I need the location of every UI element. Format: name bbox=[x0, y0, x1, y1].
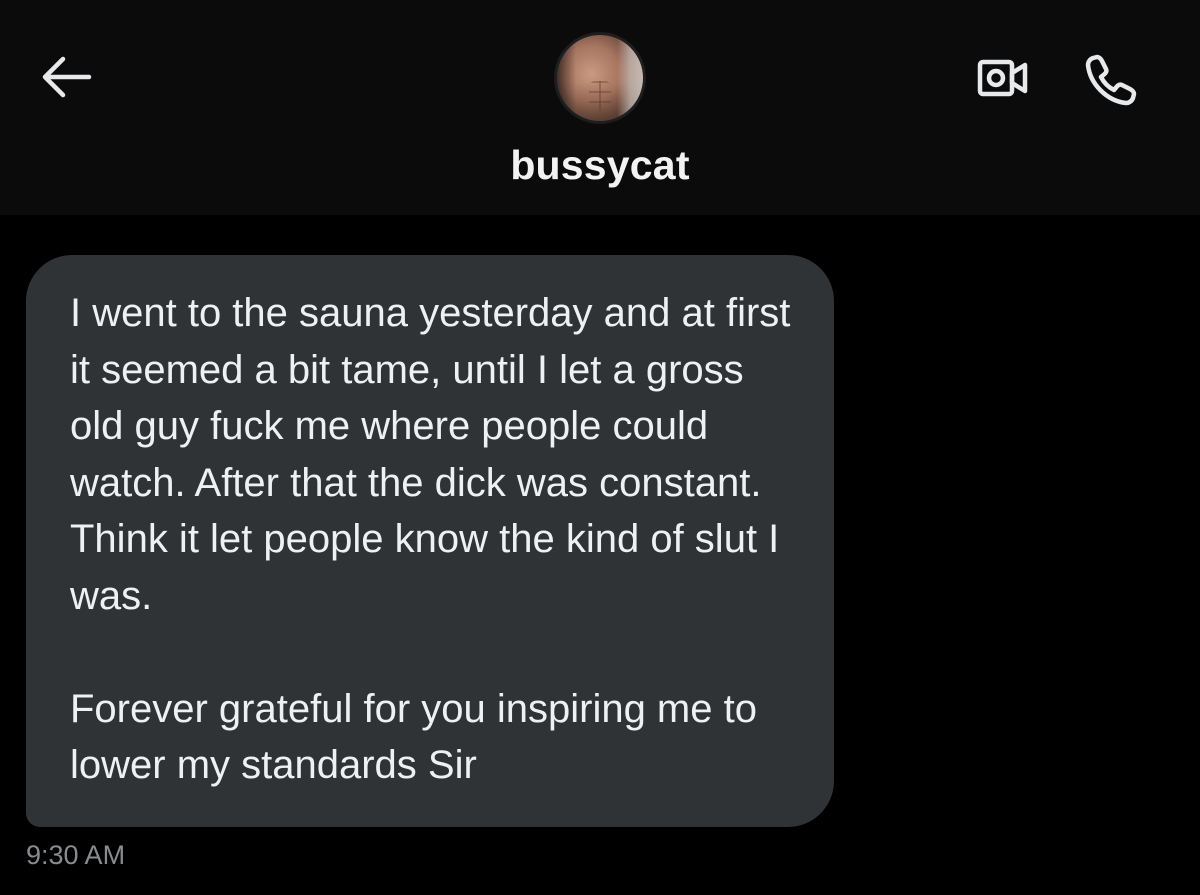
message-paragraph: Forever grateful for you inspiring me to… bbox=[70, 686, 757, 788]
message-paragraph: I went to the sauna yesterday and at fir… bbox=[70, 291, 791, 618]
username[interactable]: bussycat bbox=[0, 142, 1200, 189]
voice-call-button[interactable] bbox=[1080, 50, 1142, 108]
message-timestamp: 9:30 AM bbox=[26, 840, 126, 870]
conversation-header: bussycat bbox=[0, 0, 1200, 215]
back-button[interactable] bbox=[38, 52, 94, 102]
avatar[interactable] bbox=[554, 32, 646, 124]
message-bubble[interactable]: I went to the sauna yesterday and at fir… bbox=[26, 255, 834, 827]
phone-icon bbox=[1085, 54, 1137, 106]
arrow-left-icon bbox=[42, 56, 92, 98]
video-camera-icon bbox=[977, 59, 1028, 97]
video-call-button[interactable] bbox=[970, 52, 1036, 104]
